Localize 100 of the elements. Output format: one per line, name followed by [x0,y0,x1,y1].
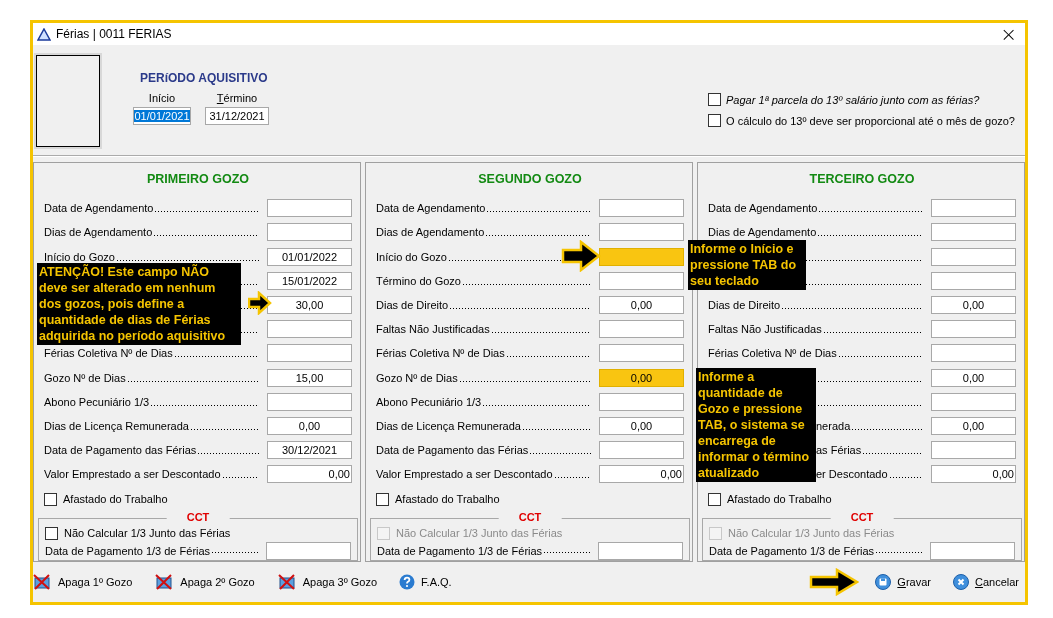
input-field[interactable] [267,223,352,242]
input-field[interactable] [599,223,684,242]
input-field[interactable] [931,344,1016,363]
input-field[interactable] [599,441,684,460]
input-field[interactable]: 30/12/2021 [267,441,352,460]
field-label: Abono Pecuniário 1/3 [44,395,150,408]
input-field[interactable] [266,542,351,561]
panel-title: PRIMEIRO GOZO [145,172,251,186]
input-field[interactable] [931,223,1016,242]
toolbar-button[interactable]: Apaga 1º Gozo [32,573,133,591]
checkbox[interactable] [708,93,721,106]
input-field[interactable]: 0,00 [931,368,1016,387]
field-label: er Descontado [816,468,888,481]
field-label: Término do Gozo [376,274,461,287]
checkbox[interactable] [376,492,389,506]
checkbox-label: Afastado do Trabalho [727,493,832,506]
checkbox-label: Não Calcular 1/3 Junto das Férias [728,527,895,540]
input-field[interactable] [931,392,1016,411]
field-label: Dias de Licença Remunerada [44,419,189,432]
input-field[interactable]: 0,00 [599,416,684,435]
checkbox-label: Afastado do Trabalho [395,493,500,506]
input-field[interactable] [930,542,1015,561]
checkbox[interactable] [45,526,58,540]
field-label: Faltas Não Justificadas [708,323,822,336]
dot-leader [211,552,258,554]
dot-leader [189,429,259,431]
field-label: Data de Agendamento [376,202,486,215]
field-label: Faltas Não Justificadas [376,323,490,336]
close-button[interactable]: × [996,24,1021,44]
input-field[interactable]: 0,00 [599,465,684,484]
pointer-arrow [809,568,860,596]
input-field[interactable]: 0,00 [599,368,684,387]
field-label: Dias de Agendamento [708,226,817,239]
input-field[interactable] [931,441,1016,460]
field-label: Férias Coletiva Nº de Dias [376,347,505,360]
field-label: Gozo Nº de Dias [376,371,458,384]
dot-leader [521,429,591,431]
toolbar-button[interactable]: Cancelar [952,574,1019,590]
date-field[interactable]: 31/12/2021 [205,107,269,125]
field-label: Data de Pagamento 1/3 de Férias [377,545,543,558]
input-field[interactable] [267,344,352,363]
dot-leader [862,453,923,455]
input-field[interactable] [599,320,684,339]
input-field[interactable] [599,344,684,363]
input-field[interactable] [931,247,1016,266]
field-label: Dias de Agendamento [44,226,153,239]
field-label: Valor Emprestado a ser Descontado [44,468,221,481]
field-label: Início do Gozo [44,250,115,263]
input-field[interactable]: 15,00 [267,368,352,387]
field-label: as Férias [816,444,862,457]
dot-leader [197,453,259,455]
input-field[interactable]: 0,00 [267,465,352,484]
checkbox[interactable] [708,492,721,506]
input-field[interactable]: 01/01/2022 [267,247,352,266]
field-label: Valor Emprestado a ser Descontado [376,468,553,481]
input-field[interactable]: 0,00 [267,416,352,435]
dot-leader [851,429,923,431]
dot-leader [888,477,923,479]
field-label: Dias de Agendamento [376,226,485,239]
input-field[interactable] [267,392,352,411]
toolbar-button[interactable]: Gravar [875,574,931,590]
input-field[interactable] [931,271,1016,290]
field-label: Data de Pagamento 1/3 de Férias [45,545,211,558]
input-field[interactable] [599,199,684,218]
callout-note: Informe o Início e pressione TAB do seu teclado [688,240,806,290]
input-field[interactable] [599,247,684,266]
field-label: Início [148,92,176,104]
field-label: Gozo Nº de Dias [44,371,126,384]
input-field[interactable]: 15/01/2022 [267,271,352,290]
callout-note: Informe a quantidade de Gozo e pressione TAB, o sistema se encarrega de informar o término atualizado [696,368,816,482]
input-field[interactable]: 30,00 [267,295,352,314]
help-icon [399,574,416,590]
input-field[interactable] [931,199,1016,218]
date-field[interactable]: 01/01/2021 [133,107,191,125]
input-field[interactable] [267,320,352,339]
checkbox-label: Pagar 1ª parcela do 13º salário junto com as férias? [726,93,980,106]
delete-icon [276,573,297,591]
toolbar-button[interactable]: F.A.Q. [399,574,452,590]
input-field[interactable]: 0,00 [931,295,1016,314]
input-field[interactable]: 0,00 [599,295,684,314]
input-field[interactable] [599,271,684,290]
dot-leader [543,552,590,554]
toolbar-button[interactable]: Apaga 2º Gozo [154,573,255,591]
checkbox-label: Não Calcular 1/3 Junto das Férias [396,527,563,540]
field-label: Férias Coletiva Nº de Dias [44,347,173,360]
pointer-arrow [561,240,601,272]
cancel-icon [952,574,969,590]
checkbox[interactable] [44,492,57,506]
input-field[interactable] [598,542,683,561]
checkbox[interactable] [708,114,721,127]
input-field[interactable] [931,320,1016,339]
toolbar-button[interactable]: Apaga 3º Gozo [276,573,378,591]
delete-icon [32,573,52,591]
delete-icon [154,573,175,591]
section-title: PERíODO AQUISITIVO [140,71,269,85]
checkbox-label: Não Calcular 1/3 Junto das Férias [64,527,231,540]
input-field[interactable]: 0,00 [931,416,1016,435]
input-field[interactable] [599,392,684,411]
input-field[interactable]: 0,00 [931,465,1016,484]
input-field[interactable] [267,199,352,218]
